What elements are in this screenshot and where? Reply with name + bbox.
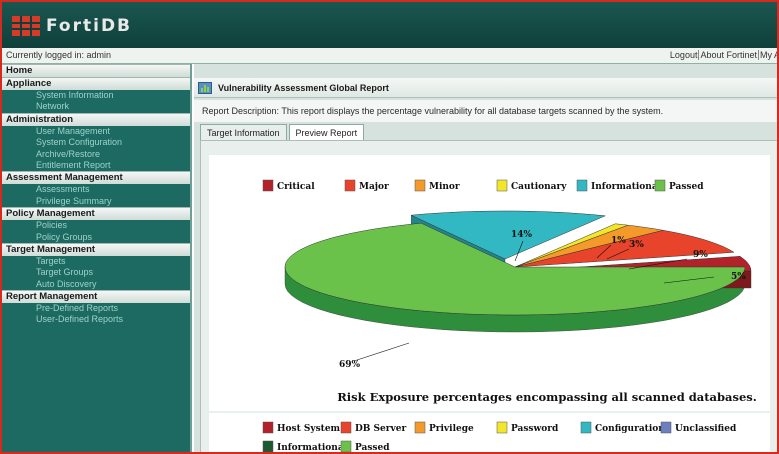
sidebar-item-user-defined-reports[interactable]: User-Defined Reports <box>2 314 190 325</box>
pct-label-major: 9% <box>693 250 708 260</box>
legend-label-informational: Informational <box>591 182 662 192</box>
app-window: FortiDB Currently logged in: admin Logou… <box>0 0 779 454</box>
pct-label-cautionary: 1% <box>611 236 626 246</box>
legend2-swatch-configuration <box>580 421 592 434</box>
chart-caption: Risk Exposure percentages encompassing a… <box>337 390 757 404</box>
header-links: LogoutAbout FortinetMy Acco <box>669 50 777 60</box>
fortinet-logo-icon <box>12 16 40 36</box>
legend2-swatch-password <box>496 421 508 434</box>
my-account-link[interactable]: My Acco <box>757 50 777 60</box>
logout-link[interactable]: Logout <box>669 50 699 60</box>
sidebar-item-system-information[interactable]: System Information <box>2 90 190 101</box>
sidebar-section-appliance[interactable]: Appliance <box>2 77 190 90</box>
sidebar-item-target-groups[interactable]: Target Groups <box>2 267 190 278</box>
sidebar-item-entitlement-report[interactable]: Entitlement Report <box>2 160 190 171</box>
legend-label-major: Major <box>359 182 389 192</box>
login-bar: Currently logged in: admin Logout About F… <box>2 48 777 64</box>
legend2-label-host-system: Host System <box>277 424 341 434</box>
legend2-swatch-informational <box>262 440 274 452</box>
report-titlebar: Vulnerability Assessment Global Report <box>194 78 777 98</box>
sidebar-item-assessments[interactable]: Assessments <box>2 184 190 195</box>
legend2-label-db-server: DB Server <box>355 424 406 434</box>
legend-swatch-cautionary <box>496 179 508 192</box>
legend2-label-passed: Passed <box>355 443 390 453</box>
legend2-label-configuration: Configuration <box>595 424 665 434</box>
sidebar-section-report-management[interactable]: Report Management <box>2 290 190 304</box>
report-chart-icon <box>198 82 212 94</box>
sidebar-item-user-management[interactable]: User Management <box>2 126 190 137</box>
legend2-swatch-passed <box>340 440 352 452</box>
legend2-swatch-host-system <box>262 421 274 434</box>
login-status: Currently logged in: admin <box>6 50 112 60</box>
sidebar-item-network[interactable]: Network <box>2 101 190 112</box>
report-content: Critical Major Minor Cautionary Informationa… <box>200 140 777 453</box>
legend2-swatch-unclassified <box>660 421 672 434</box>
top-header: FortiDB <box>2 2 777 48</box>
page-title: Vulnerability Assessment Global Report <box>218 83 389 93</box>
sidebar-item-system-configuration[interactable]: System Configuration <box>2 137 190 148</box>
pct-label-informational: 14% <box>511 230 533 240</box>
legend-swatch-informational <box>576 179 588 192</box>
sidebar-item-targets[interactable]: Targets <box>2 256 190 267</box>
report-description: Report Description: This report displays… <box>194 100 777 122</box>
legend2-label-password: Password <box>511 424 559 434</box>
sidebar-section-administration[interactable]: Administration <box>2 112 190 126</box>
legend-label-passed: Passed <box>669 182 704 192</box>
sidebar-nav: Home Appliance System Information Network Ad… <box>2 64 192 452</box>
legend2-swatch-privilege <box>414 421 426 434</box>
sidebar-item-policy-groups[interactable]: Policy Groups <box>2 232 190 243</box>
legend-label-minor: Minor <box>429 182 460 192</box>
legend-swatch-major <box>344 179 356 192</box>
pct-label-passed: 69% <box>339 360 361 370</box>
legend-swatch-critical <box>262 179 274 192</box>
logo-text: FortiDB <box>46 16 133 36</box>
sidebar-section-home[interactable]: Home <box>2 64 190 77</box>
category-legend: Host System DB Server Privilege Password Con… <box>262 421 737 453</box>
legend-swatch-minor <box>414 179 426 192</box>
legend-label-cautionary: Cautionary <box>511 182 567 192</box>
sidebar-item-archive-restore[interactable]: Archive/Restore <box>2 149 190 160</box>
legend-label-critical: Critical <box>277 182 315 192</box>
pct-label-critical: 5% <box>731 272 746 282</box>
legend-swatch-passed <box>654 179 666 192</box>
risk-exposure-chart: Critical Major Minor Cautionary Informationa… <box>209 155 770 411</box>
sidebar-section-assessment-management[interactable]: Assessment Management <box>2 171 190 185</box>
category-legend-panel: Host System DB Server Privilege Password Con… <box>209 413 770 453</box>
tab-target-information[interactable]: Target Information <box>200 124 287 141</box>
legend2-label-privilege: Privilege <box>429 424 474 434</box>
pct-label-minor: 3% <box>629 240 644 250</box>
report-tabs: Target Information Preview Report <box>200 124 366 141</box>
sidebar-item-auto-discovery[interactable]: Auto Discovery <box>2 279 190 290</box>
legend2-label-informational: Informational <box>277 443 348 453</box>
leader-line-passed <box>353 342 410 362</box>
sidebar-item-pre-defined-reports[interactable]: Pre-Defined Reports <box>2 303 190 314</box>
tab-preview-report[interactable]: Preview Report <box>288 124 365 141</box>
legend2-label-unclassified: Unclassified <box>675 424 737 434</box>
about-fortinet-link[interactable]: About Fortinet <box>698 50 758 60</box>
sidebar-item-policies[interactable]: Policies <box>2 220 190 231</box>
legend2-swatch-db-server <box>340 421 352 434</box>
sidebar-section-target-management[interactable]: Target Management <box>2 242 190 256</box>
fortidb-logo: FortiDB <box>12 14 132 38</box>
sidebar-section-policy-management[interactable]: Policy Management <box>2 207 190 221</box>
pie-chart-svg: Critical Major Minor Cautionary Informationa… <box>262 179 757 404</box>
main-panel: Vulnerability Assessment Global Report R… <box>194 64 777 453</box>
sidebar-item-privilege-summary[interactable]: Privilege Summary <box>2 196 190 207</box>
